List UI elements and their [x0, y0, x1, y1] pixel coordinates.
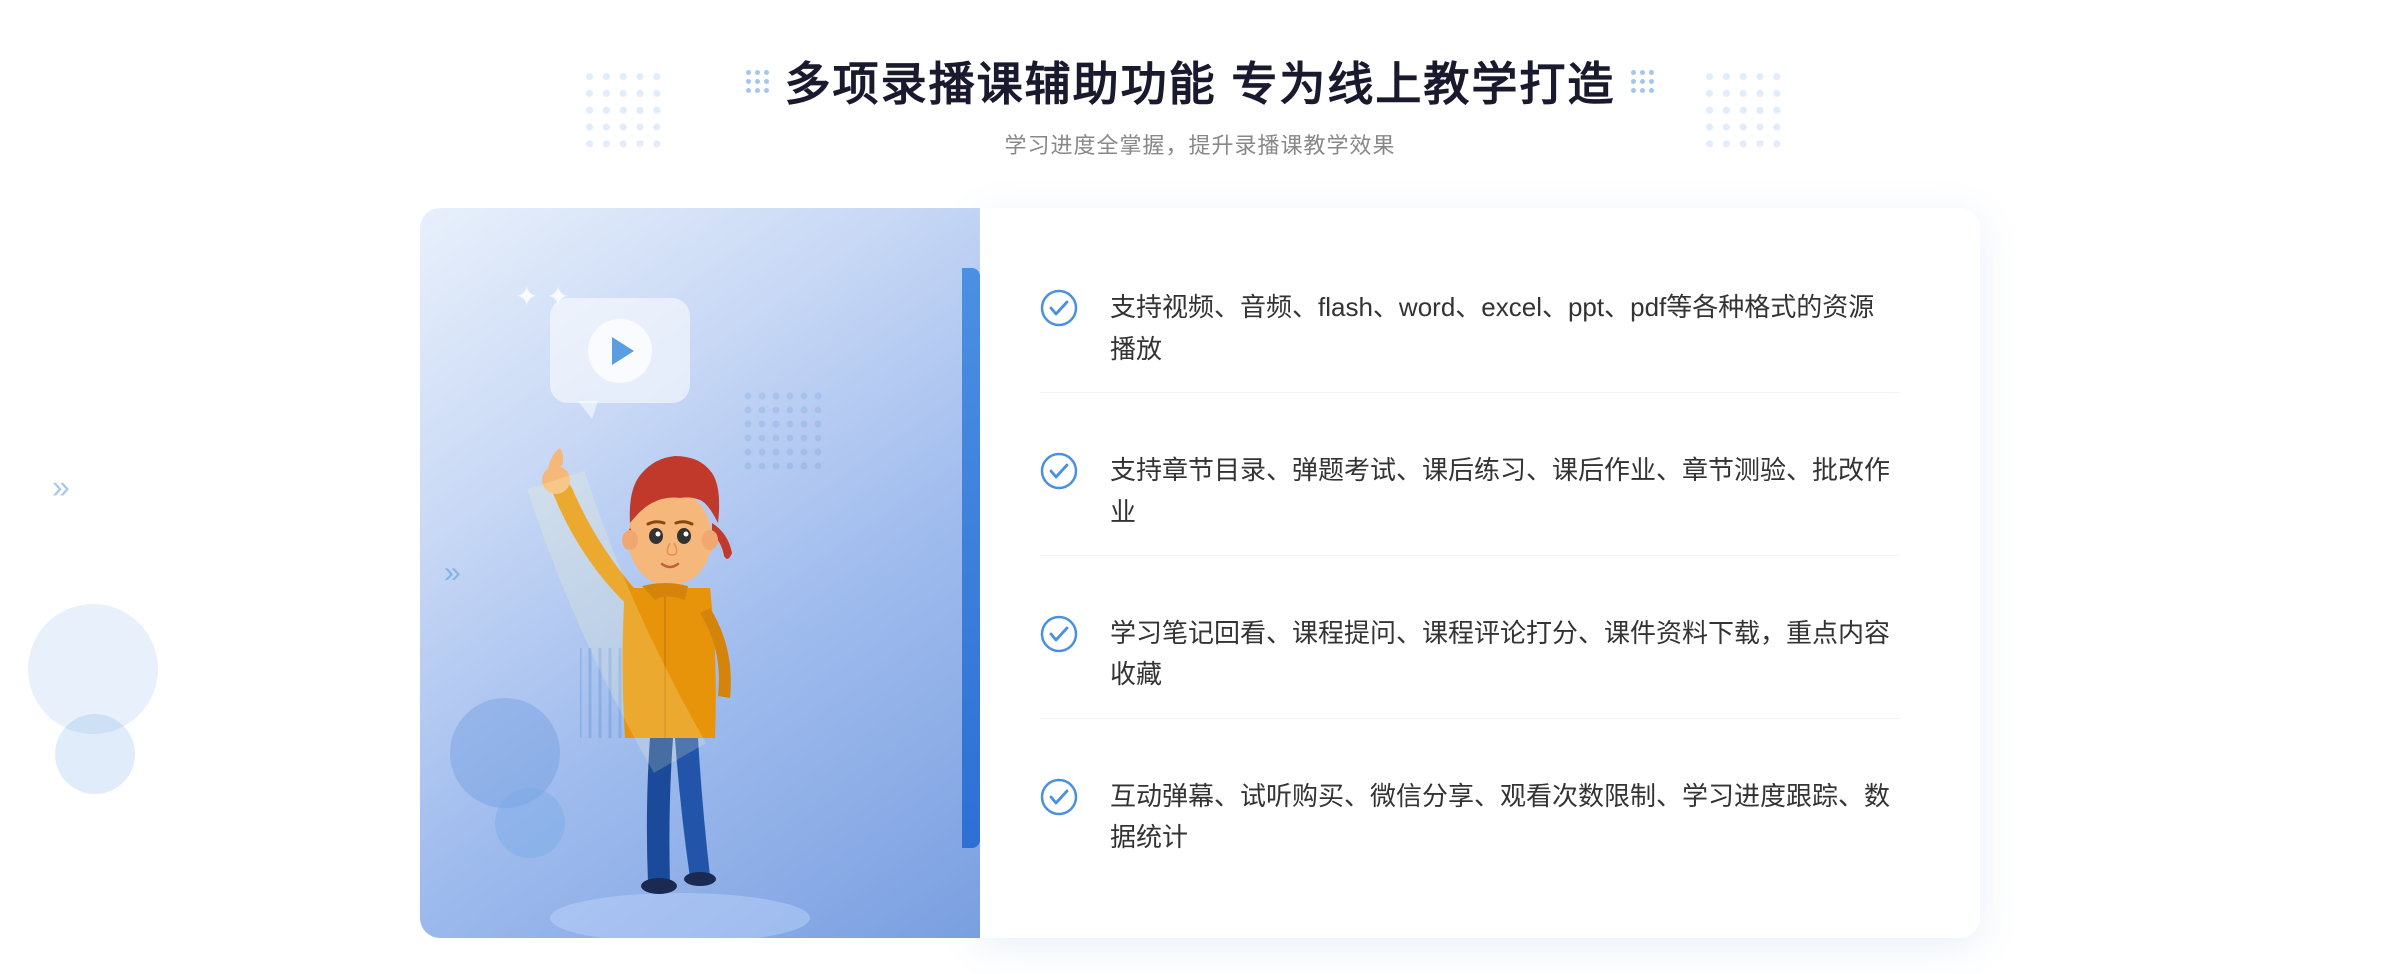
feature-item-1: 支持视频、音频、flash、word、excel、ppt、pdf等各种格式的资源…: [1040, 265, 1900, 393]
blue-accent-bar: [962, 268, 980, 848]
subtitle-text: 学习进度全掌握，提升录播课教学效果: [746, 128, 1655, 160]
dots-right: [1700, 55, 1820, 175]
content-area: ✦ ✦: [420, 208, 1980, 938]
feature-item-4: 互动弹幕、试听购买、微信分享、观看次数限制、学习进度跟踪、数据统计: [1040, 754, 1900, 881]
check-icon-4: [1040, 778, 1078, 816]
title-dots-left: [746, 70, 769, 93]
feature-text-3: 学习笔记回看、课程提问、课程评论打分、课件资料下载，重点内容收藏: [1110, 613, 1900, 696]
content-panel: 支持视频、音频、flash、word、excel、ppt、pdf等各种格式的资源…: [980, 208, 1980, 938]
check-icon-2: [1040, 452, 1078, 490]
page-left-arrows: »: [52, 469, 70, 506]
bg-circle-2: [55, 714, 135, 794]
page-wrapper: »: [0, 0, 2400, 974]
character-illustration: [480, 338, 860, 938]
title-text: 多项录播课辅助功能 专为线上教学打造: [785, 48, 1616, 114]
check-icon-3: [1040, 615, 1078, 653]
title-dots-right: [1631, 70, 1654, 93]
feature-item-3: 学习笔记回看、课程提问、课程评论打分、课件资料下载，重点内容收藏: [1040, 591, 1900, 719]
feature-text-1: 支持视频、音频、flash、word、excel、ppt、pdf等各种格式的资源…: [1110, 287, 1900, 370]
sparkle-icon: ✦ ✦: [515, 283, 570, 311]
dots-left: [580, 55, 700, 175]
illustration-panel: ✦ ✦: [420, 208, 980, 938]
main-title: 多项录播课辅助功能 专为线上教学打造: [746, 48, 1655, 114]
illus-left-arrows: »: [444, 556, 461, 590]
feature-item-2: 支持章节目录、弹题考试、课后练习、课后作业、章节测验、批改作业: [1040, 428, 1900, 556]
feature-text-2: 支持章节目录、弹题考试、课后练习、课后作业、章节测验、批改作业: [1110, 450, 1900, 533]
feature-text-4: 互动弹幕、试听购买、微信分享、观看次数限制、学习进度跟踪、数据统计: [1110, 776, 1900, 859]
check-icon-1: [1040, 289, 1078, 327]
page-header: 多项录播课辅助功能 专为线上教学打造 学习进度全掌握，提升录播课教学效果: [746, 48, 1655, 160]
